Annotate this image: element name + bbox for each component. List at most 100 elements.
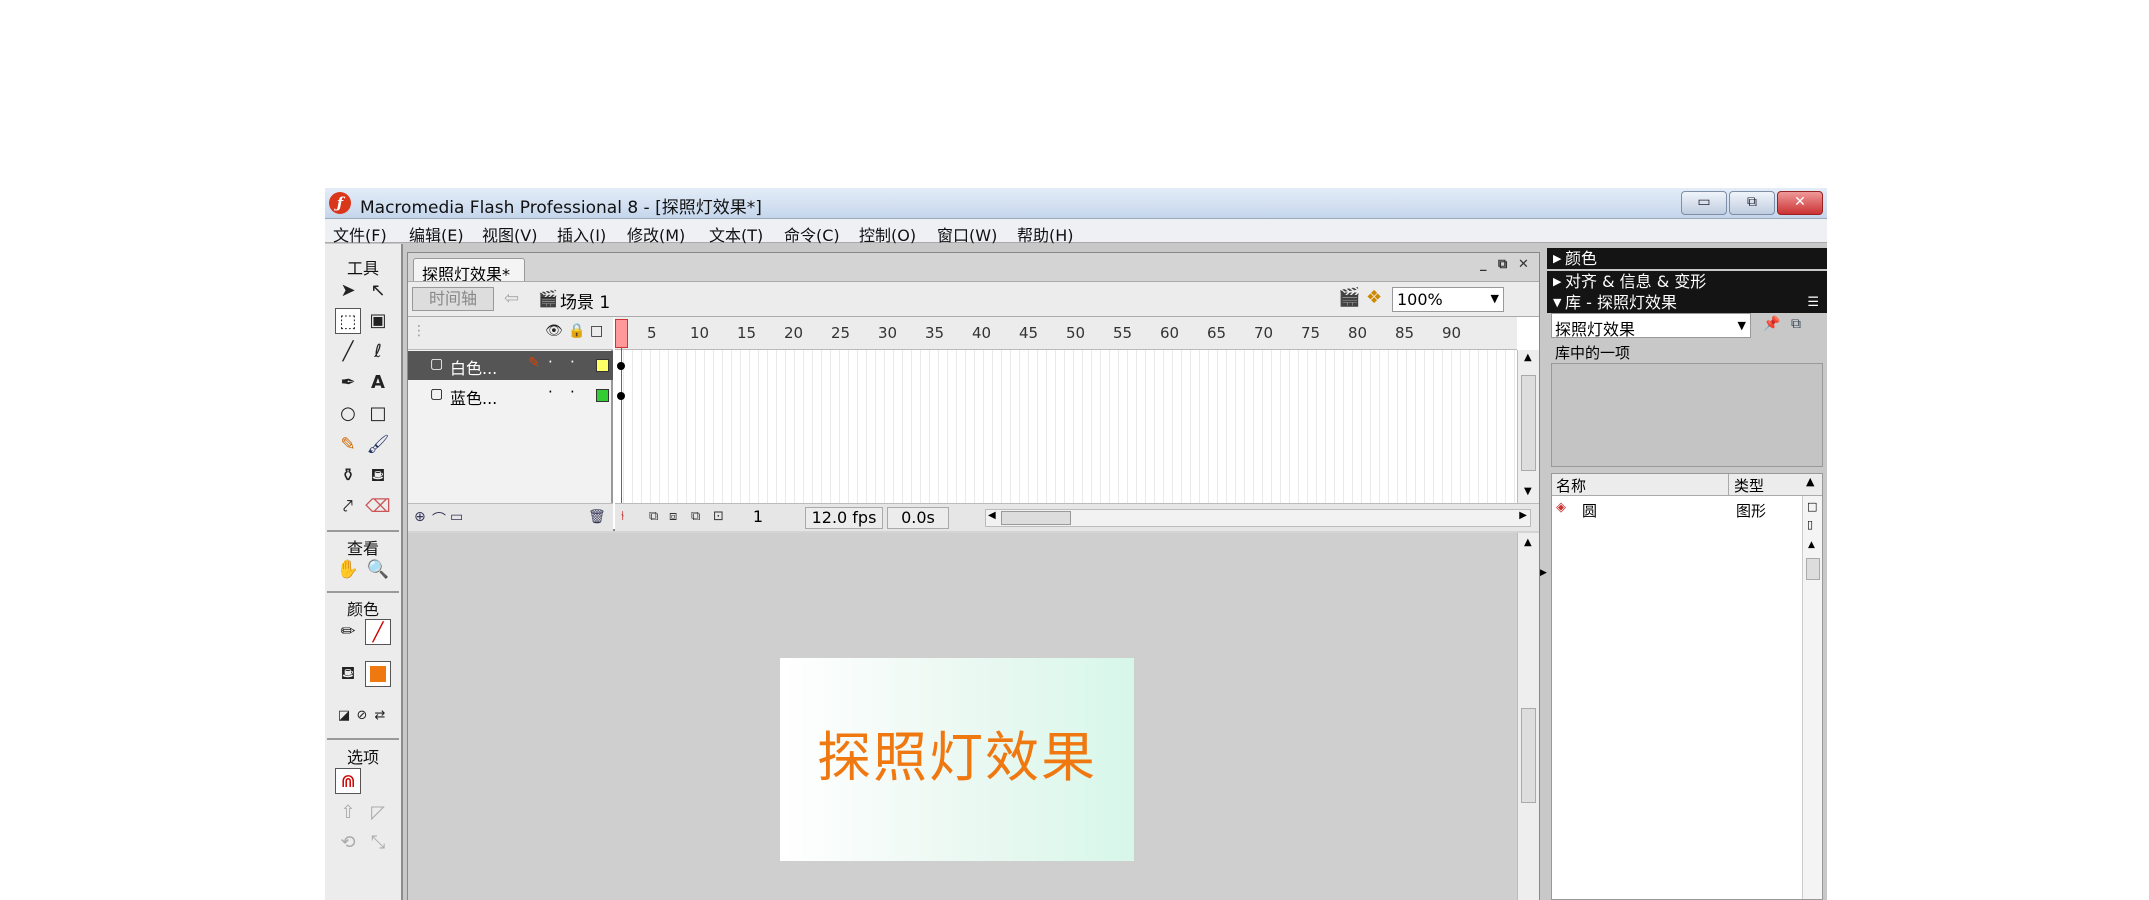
document-tab[interactable]: 探照灯效果* [413, 258, 525, 284]
scroll-right-icon[interactable]: ▶ [1519, 510, 1527, 521]
layer-color-swatch[interactable] [596, 359, 609, 372]
onion-outline-icon[interactable]: ⧈ [669, 509, 677, 524]
library-document-select[interactable]: 探照灯效果 ▼ [1551, 313, 1751, 339]
selection-tool-icon[interactable]: ➤ [335, 278, 361, 304]
menu-insert[interactable]: 插入(I) [557, 222, 606, 246]
minimize-button[interactable]: ▭ [1681, 191, 1727, 215]
close-button[interactable]: ✕ [1777, 191, 1823, 215]
edit-multiple-frames-icon[interactable]: ⧉ [691, 509, 700, 524]
menu-edit[interactable]: 编辑(E) [409, 222, 464, 246]
library-panel-header[interactable]: ▼ 库 - 探照灯效果 ☰ [1547, 292, 1827, 313]
stroke-color-icon[interactable]: ✏ [335, 619, 361, 645]
fill-transform-tool-icon[interactable]: ▣ [365, 308, 391, 334]
insert-layer-icon[interactable]: ⊕ [414, 509, 426, 525]
timeline-horizontal-scrollbar[interactable]: ◀ ▶ [985, 509, 1531, 527]
menu-help[interactable]: 帮助(H) [1017, 222, 1074, 246]
timeline-toggle-button[interactable]: 时间轴 [412, 287, 494, 311]
add-motion-guide-icon[interactable]: ⌒ [432, 509, 446, 529]
swap-colors-icon[interactable]: ⇄ [367, 703, 393, 729]
collapse-panel-icon[interactable]: ▶ [1540, 568, 1547, 608]
text-tool-icon[interactable]: A [365, 370, 391, 396]
panel-menu-icon[interactable]: ☰ [1807, 292, 1819, 313]
menu-view[interactable]: 视图(V) [482, 222, 537, 246]
stroke-color-swatch[interactable]: ╱ [365, 619, 391, 645]
new-library-panel-icon[interactable]: ⧉ [1791, 316, 1801, 332]
color-panel-header[interactable]: ▶ 颜色 [1547, 248, 1827, 269]
brush-tool-icon[interactable]: 🖌 [365, 432, 391, 458]
zoom-tool-icon[interactable]: 🔍 [365, 557, 391, 583]
rectangle-tool-icon[interactable]: □ [365, 401, 391, 427]
scroll-thumb[interactable] [1521, 708, 1536, 803]
menu-text[interactable]: 文本(T) [709, 222, 763, 246]
lock-dot[interactable]: · [570, 383, 575, 401]
scroll-thumb[interactable] [1521, 375, 1536, 471]
doc-restore-button[interactable]: ⧉ [1498, 257, 1507, 272]
rotate-option-icon[interactable]: ⟲ [335, 830, 361, 856]
eyedropper-tool-icon[interactable]: ⤤ [335, 494, 361, 520]
frame-rate[interactable]: 12.0 fps [805, 507, 883, 529]
oval-tool-icon[interactable]: ○ [335, 401, 361, 427]
smooth-option-icon[interactable]: ⇧ [335, 800, 361, 826]
sort-icon[interactable]: ▲ [1806, 475, 1814, 488]
straighten-option-icon[interactable]: ◸ [365, 800, 391, 826]
lasso-tool-icon[interactable]: ℓ [365, 339, 391, 365]
onion-skin-icon[interactable]: ⧉ [649, 509, 658, 524]
edit-symbols-icon[interactable]: ❖ [1366, 287, 1382, 308]
library-scrollbar[interactable]: □ ▯ ▲ [1802, 496, 1822, 899]
subselection-tool-icon[interactable]: ↖ [365, 278, 391, 304]
stage-canvas[interactable]: 探照灯效果 [780, 658, 1134, 861]
scroll-down-icon[interactable]: ▼ [1524, 486, 1532, 497]
fill-bucket-icon[interactable]: ⛾ [335, 661, 361, 687]
scroll-left-icon[interactable]: ◀ [988, 510, 996, 521]
center-frame-icon[interactable]: ⫮ [621, 509, 624, 524]
modify-onion-markers-icon[interactable]: ⊡ [713, 509, 724, 524]
back-arrow-icon[interactable]: ⇦ [504, 288, 519, 309]
paint-bucket-tool-icon[interactable]: ⛾ [365, 463, 391, 489]
eraser-tool-icon[interactable]: ⌫ [365, 494, 391, 520]
stage-title-text[interactable]: 探照灯效果 [780, 713, 1134, 792]
stage-vertical-scrollbar[interactable]: ▲ [1517, 533, 1539, 900]
scroll-thumb[interactable] [1001, 511, 1071, 525]
scroll-up-icon[interactable]: ▲ [1524, 352, 1532, 363]
narrow-view-icon[interactable]: ▯ [1807, 518, 1813, 531]
layer-row[interactable]: ▢ 蓝色... · · [408, 381, 613, 410]
wide-view-icon[interactable]: □ [1807, 500, 1817, 513]
playhead[interactable] [615, 317, 628, 503]
pen-tool-icon[interactable]: ✒ [335, 370, 361, 396]
line-tool-icon[interactable]: ╱ [335, 339, 361, 365]
hand-tool-icon[interactable]: ✋ [335, 557, 361, 583]
scroll-thumb[interactable] [1806, 558, 1820, 580]
restore-button[interactable]: ⧉ [1729, 191, 1775, 215]
column-type-header[interactable]: 类型 [1734, 475, 1764, 496]
visibility-dot[interactable]: · [548, 383, 553, 401]
fill-color-swatch[interactable] [365, 661, 391, 687]
lock-dot[interactable]: · [570, 353, 575, 371]
pin-library-icon[interactable]: 📌 [1763, 316, 1780, 332]
edit-scene-icon[interactable]: 🎬 [1338, 287, 1360, 308]
menu-file[interactable]: 文件(F) [333, 222, 387, 246]
menu-modify[interactable]: 修改(M) [627, 222, 685, 246]
menu-window[interactable]: 窗口(W) [937, 222, 997, 246]
snap-magnet-icon[interactable]: ⋒ [335, 768, 361, 794]
frame-grid[interactable]: 1 5 10 15 20 25 30 35 40 45 50 55 60 65 … [615, 317, 1517, 503]
menu-control[interactable]: 控制(O) [859, 222, 916, 246]
column-name-header[interactable]: 名称 [1556, 475, 1586, 496]
visibility-dot[interactable]: · [548, 353, 553, 371]
pencil-tool-icon[interactable]: ✎ [335, 432, 361, 458]
free-transform-tool-icon[interactable]: ⬚ [335, 308, 361, 334]
ink-bottle-tool-icon[interactable]: ⚱ [335, 463, 361, 489]
zoom-select[interactable]: 100% ▼ [1392, 287, 1504, 312]
scroll-up-icon[interactable]: ▲ [1808, 540, 1815, 550]
layer-row[interactable]: ▢ 白色... ✎ · · [408, 351, 613, 380]
doc-minimize-button[interactable]: _ [1480, 257, 1487, 272]
layer-color-swatch[interactable] [596, 389, 609, 402]
doc-close-button[interactable]: ✕ [1518, 257, 1529, 272]
align-panel-header[interactable]: ▶ 对齐 & 信息 & 变形 [1547, 271, 1827, 292]
timeline-vertical-scrollbar[interactable]: ▲ ▼ [1517, 350, 1539, 503]
menu-commands[interactable]: 命令(C) [784, 222, 840, 246]
delete-layer-icon[interactable]: 🗑 [588, 509, 606, 525]
lock-icon[interactable]: 🔒 [568, 323, 585, 339]
scroll-up-icon[interactable]: ▲ [1524, 537, 1532, 548]
library-item-row[interactable]: ◈ 圆 图形 [1552, 498, 1802, 520]
outline-icon[interactable]: □ [590, 323, 603, 339]
